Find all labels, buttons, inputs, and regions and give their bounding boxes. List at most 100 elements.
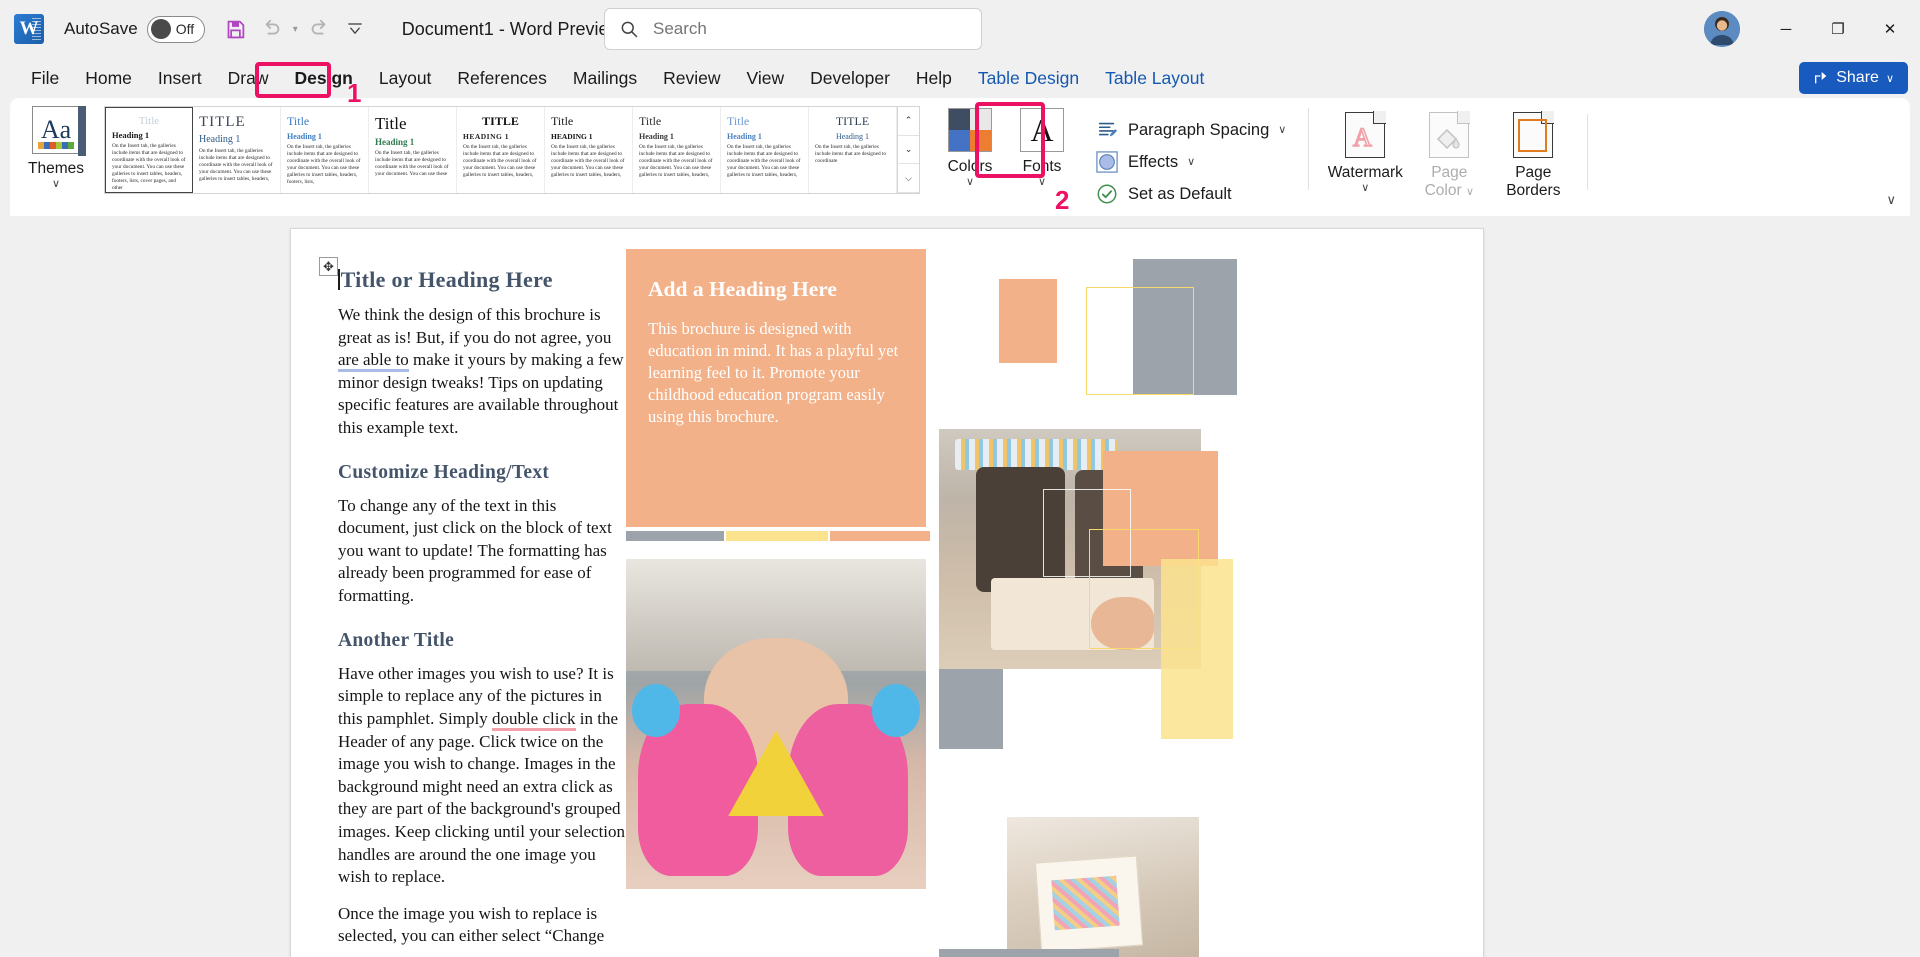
themes-button[interactable]: Aa Themes ∨ xyxy=(18,98,94,216)
colors-button[interactable]: Colors ∨ xyxy=(934,98,1006,216)
tab-help[interactable]: Help xyxy=(903,64,965,98)
avatar-icon xyxy=(1704,11,1740,47)
redo-button[interactable] xyxy=(302,12,336,46)
minimize-button[interactable]: ─ xyxy=(1762,6,1810,52)
style-thumbnail[interactable]: Title Heading 1 On the Insert tab, the g… xyxy=(633,107,721,193)
shape-orange-small-top[interactable] xyxy=(999,279,1057,363)
thumb-title: TITLE xyxy=(815,114,890,129)
grammar-suggestion-text[interactable]: are able to xyxy=(338,350,409,372)
style-thumbnail[interactable]: Title Heading 1 On the Insert tab, the g… xyxy=(721,107,809,193)
style-thumbnail[interactable]: Title Heading 1 On the Insert tab, the g… xyxy=(105,107,193,193)
marker-1: 1 xyxy=(347,78,361,109)
themes-caret-icon[interactable]: ∨ xyxy=(52,179,60,190)
share-label: Share xyxy=(1836,69,1879,87)
tab-insert[interactable]: Insert xyxy=(145,64,215,98)
orange-panel-body: This brochure is designed with education… xyxy=(648,318,904,428)
style-thumbnail[interactable]: Title HEADING 1 On the Insert tab, the g… xyxy=(545,107,633,193)
kids-drawing-desk-photo[interactable] xyxy=(1007,817,1199,957)
collapse-ribbon-button[interactable]: ∨ xyxy=(1886,192,1896,208)
tab-view[interactable]: View xyxy=(734,64,798,98)
photo-detail-stripe xyxy=(955,439,1117,470)
thumb-body: On the Insert tab, the galleries include… xyxy=(287,144,362,186)
tab-developer[interactable]: Developer xyxy=(797,64,903,98)
title-bar: W AutoSave Off ▾ xyxy=(0,0,1920,58)
paragraph-spacing-icon xyxy=(1094,118,1119,143)
autosave-toggle[interactable]: Off xyxy=(147,16,205,43)
paragraph-spacing-label: Paragraph Spacing xyxy=(1128,121,1269,140)
document-left-column[interactable]: Title or Heading Here We think the desig… xyxy=(338,267,628,952)
document-page[interactable]: ✥ Title or Heading Here We think the des… xyxy=(290,228,1484,957)
page-color-button[interactable]: Page Color ∨ xyxy=(1407,104,1491,216)
style-thumbnail[interactable]: TITLE Heading 1 On the Insert tab, the g… xyxy=(809,107,897,193)
effects-label: Effects xyxy=(1128,153,1178,172)
thumb-body: On the Insert tab, the galleries include… xyxy=(199,148,274,183)
effects-caret-icon[interactable]: ∨ xyxy=(1187,157,1195,168)
effects-button[interactable]: Effects ∨ xyxy=(1094,150,1286,175)
document-canvas[interactable]: ✥ Title or Heading Here We think the des… xyxy=(0,218,1920,957)
colors-label: Colors xyxy=(948,158,993,176)
swatch-quadrant-4 xyxy=(970,130,991,151)
tab-file[interactable]: File xyxy=(18,64,72,98)
style-thumbnail[interactable]: TITLE HEADING 1 On the Insert tab, the g… xyxy=(457,107,545,193)
shape-yellow-outline-top[interactable] xyxy=(1086,287,1194,395)
thumb-title: Title xyxy=(639,114,714,129)
shape-gray-mid[interactable] xyxy=(939,669,1003,749)
style-gallery[interactable]: Title Heading 1 On the Insert tab, the g… xyxy=(104,106,920,194)
table-move-handle-icon[interactable]: ✥ xyxy=(319,257,338,276)
shape-gray-bottom[interactable] xyxy=(939,949,1119,957)
search-input[interactable] xyxy=(651,18,951,40)
paragraph-spacing-button[interactable]: Paragraph Spacing ∨ xyxy=(1094,118,1286,143)
thumb-body: On the Insert tab, the galleries include… xyxy=(639,144,714,179)
page-color-label-line1: Page xyxy=(1431,164,1467,181)
style-thumbnail[interactable]: Title Heading 1 On the Insert tab, the g… xyxy=(281,107,369,193)
close-button[interactable]: ✕ xyxy=(1866,6,1914,52)
set-as-default-label: Set as Default xyxy=(1128,185,1232,204)
customize-quick-access-button[interactable] xyxy=(338,12,372,46)
tab-table-design[interactable]: Table Design xyxy=(965,64,1092,98)
set-as-default-button[interactable]: Set as Default xyxy=(1094,182,1286,207)
user-avatar[interactable] xyxy=(1704,11,1740,47)
share-button[interactable]: Share ∨ xyxy=(1799,62,1908,94)
child-painted-hands-photo[interactable] xyxy=(626,559,926,889)
tab-table-layout[interactable]: Table Layout xyxy=(1092,64,1217,98)
orange-heading-panel[interactable]: Add a Heading Here This brochure is desi… xyxy=(626,249,926,527)
svg-text:A: A xyxy=(1353,123,1372,152)
search-box[interactable] xyxy=(604,8,982,50)
restore-button[interactable]: ❐ xyxy=(1814,6,1862,52)
autosave-control[interactable]: AutoSave Off xyxy=(64,16,205,43)
tab-layout[interactable]: Layout xyxy=(366,64,445,98)
photo-detail-blue-paint xyxy=(872,684,920,737)
gallery-scroll-up-button[interactable]: ⌃ xyxy=(898,107,919,136)
spelling-suggestion-text[interactable]: double click xyxy=(492,709,576,731)
style-thumbnail[interactable]: Title Heading 1 On the Insert tab, the g… xyxy=(369,107,457,193)
doc-paragraph-1: We think the design of this brochure is … xyxy=(338,304,628,440)
gallery-scroll-down-button[interactable]: ⌄ xyxy=(898,136,919,165)
gallery-scrollbar[interactable]: ⌃ ⌄ ⌵ xyxy=(897,107,919,193)
shape-yellow-right[interactable] xyxy=(1161,559,1233,739)
fonts-caret-icon[interactable]: ∨ xyxy=(1038,177,1046,188)
colors-caret-icon[interactable]: ∨ xyxy=(966,177,974,188)
gallery-more-button[interactable]: ⌵ xyxy=(898,164,919,193)
doc-paragraph-3: Have other images you wish to use? It is… xyxy=(338,663,628,889)
style-thumbnail[interactable]: TITLE Heading 1 On the Insert tab, the g… xyxy=(193,107,281,193)
ribbon: Aa Themes ∨ Title Heading 1 On the Inser… xyxy=(10,98,1910,216)
page-borders-button[interactable]: Page Borders xyxy=(1491,104,1575,216)
accent-bar-gray xyxy=(626,531,724,541)
tab-references[interactable]: References xyxy=(444,64,560,98)
vertical-scrollbar[interactable] xyxy=(1905,218,1920,957)
undo-dropdown-caret[interactable]: ▾ xyxy=(293,24,298,35)
tab-draw[interactable]: Draw xyxy=(215,64,282,98)
tab-mailings[interactable]: Mailings xyxy=(560,64,650,98)
page-color-label-line2: Color xyxy=(1425,182,1462,199)
undo-button[interactable] xyxy=(255,12,289,46)
tab-review[interactable]: Review xyxy=(650,64,733,98)
watermark-caret-icon[interactable]: ∨ xyxy=(1361,183,1369,194)
fonts-glyph: A xyxy=(1030,112,1053,149)
tab-home[interactable]: Home xyxy=(72,64,145,98)
watermark-button[interactable]: A Watermark ∨ xyxy=(1323,104,1407,216)
share-icon xyxy=(1813,70,1829,86)
colors-swatch-icon xyxy=(948,108,992,152)
paragraph-spacing-caret-icon[interactable]: ∨ xyxy=(1278,125,1286,136)
save-button[interactable] xyxy=(219,12,253,46)
search-icon xyxy=(619,19,639,39)
